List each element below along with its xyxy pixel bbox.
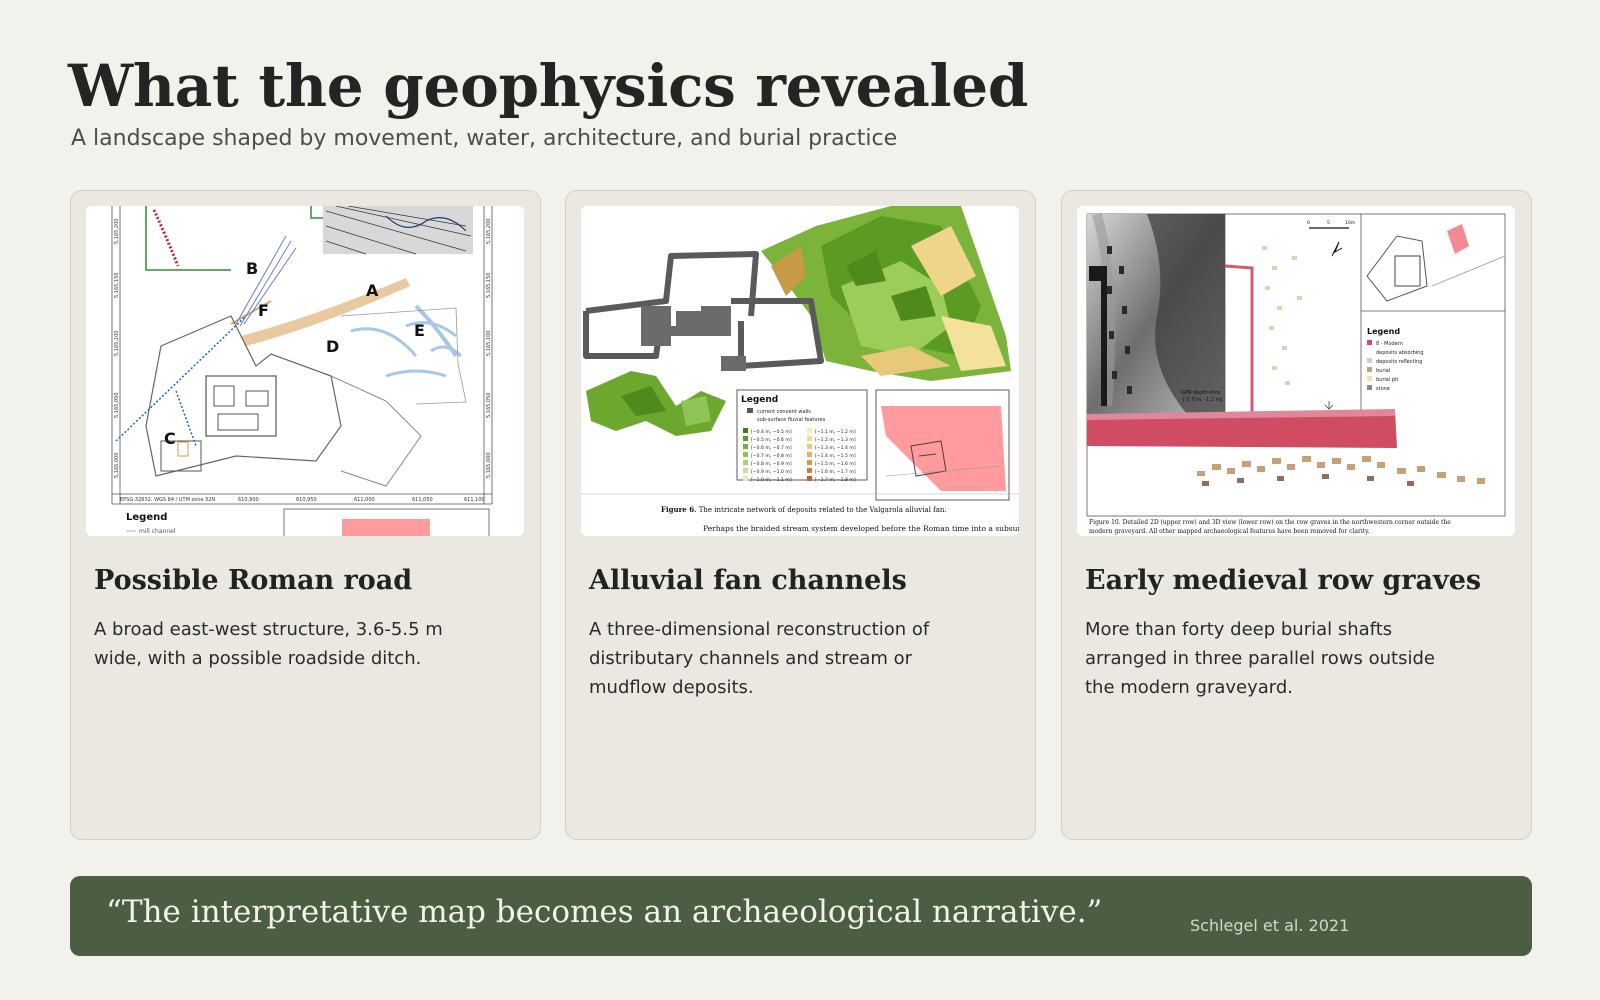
map-legend-title: Legend: [126, 512, 167, 523]
graves-legend-title: Legend: [1367, 327, 1400, 336]
legend-label: [−1.0 m, −1.1 m]: [751, 477, 792, 483]
scale-label: 10m: [1345, 220, 1355, 226]
y-tick-label: 5,165,200: [114, 219, 120, 244]
quote-band: “The interpretative map becomes an archa…: [70, 876, 1532, 956]
y-tick-label: 5,165,100: [114, 331, 120, 356]
legend-label: stone: [1376, 386, 1390, 392]
legend-swatch: [1367, 385, 1372, 390]
quote-text: “The interpretative map becomes an archa…: [106, 894, 1103, 930]
legend-label: [−1.6 m, −1.7 m]: [815, 469, 856, 475]
legend-swatch: [743, 428, 748, 433]
crs-label: EPSG:32632: WGS 84 / UTM zone 32N: [120, 497, 215, 503]
map-label-d: D: [326, 337, 339, 356]
x-tick-label: 610,900: [238, 497, 259, 503]
quote-citation: Schlegel et al. 2021: [1190, 916, 1350, 935]
legend-label: [−1.3 m, −1.4 m]: [815, 445, 856, 451]
slide-subtitle: A landscape shaped by movement, water, a…: [71, 126, 898, 151]
legend-label: deposits reflecting: [1376, 359, 1422, 365]
legend-swatch: [743, 468, 748, 473]
map-legend-item: mill channel: [139, 528, 176, 535]
graves-caption-2: modern graveyard. All other mapped archa…: [1089, 528, 1370, 535]
legend-label: [−0.7 m, −0.8 m]: [751, 453, 792, 459]
row-graves-gpr: GPR depth-slice [-1.0 m, -1.2 m] 0 5 10m: [1077, 206, 1515, 536]
legend-label: [−1.1 m, −1.2 m]: [815, 429, 856, 435]
legend-swatch: [1367, 340, 1372, 345]
row-graves-figure: GPR depth-slice [-1.0 m, -1.2 m] 0 5 10m: [1077, 206, 1515, 536]
map-label-b: B: [246, 259, 258, 278]
card-heading: Early medieval row graves: [1085, 565, 1482, 596]
scale-label: 0: [1307, 220, 1310, 226]
legend-label: [−0.4 m, −0.5 m]: [751, 429, 792, 435]
legend-swatch: [1367, 358, 1372, 363]
legend-label: 8 - Modern: [1376, 341, 1403, 347]
legend-swatch: [807, 476, 812, 481]
scale-label: 5: [1327, 220, 1330, 226]
roman-road-map-figure: A B C D E F 5,165,200 5,165,150 5,165,10…: [86, 206, 524, 536]
legend-swatch: [1367, 376, 1372, 381]
x-tick-label: 611,100: [464, 497, 485, 503]
legend-swatch: [743, 436, 748, 441]
legend-label: [−1.4 m, −1.5 m]: [815, 453, 856, 459]
gpr-label-2: [-1.0 m, -1.2 m]: [1183, 397, 1223, 403]
slide-title: What the geophysics revealed: [68, 52, 1029, 120]
y-tick-label-right: 5,165,100: [486, 331, 492, 356]
y-tick-label-right: 5,165,150: [486, 273, 492, 298]
map-label-e: E: [414, 321, 425, 340]
map-label-a: A: [366, 281, 379, 300]
legend-swatch: [743, 460, 748, 465]
card-body: A broad east-west structure, 3.6-5.5 m w…: [94, 619, 443, 669]
alluvial-fan-figure: Legend current convent walls sub-surface…: [581, 206, 1019, 536]
card-heading: Possible Roman road: [94, 565, 413, 596]
card-alluvial-fan: Legend current convent walls sub-surface…: [565, 190, 1036, 840]
y-tick-label: 5,165,150: [114, 273, 120, 298]
legend-swatch: [743, 452, 748, 457]
x-tick-label: 610,950: [296, 497, 317, 503]
legend-swatch: [807, 452, 812, 457]
alluvial-fan-3d-model: Legend current convent walls sub-surface…: [581, 206, 1019, 536]
legend-label: burial pit: [1376, 377, 1398, 383]
gpr-label-1: GPR depth-slice: [1181, 390, 1221, 396]
fan-legend-title: Legend: [741, 395, 778, 405]
legend-label: [−0.6 m, −0.7 m]: [751, 445, 792, 451]
legend-label: [−0.8 m, −0.9 m]: [751, 461, 792, 467]
card-body: A three-dimensional reconstruction of di…: [589, 619, 930, 698]
legend-swatch: [743, 476, 748, 481]
map-label-f: F: [258, 301, 269, 320]
legend-swatch: [807, 436, 812, 441]
legend-label: burial: [1376, 368, 1390, 374]
map-label-c: C: [164, 429, 176, 448]
fan-legend-subsurface: sub-surface fluvial features: [757, 417, 826, 423]
fan-caption-label: Figure 6.: [661, 505, 697, 514]
legend-swatch: [1367, 367, 1372, 372]
svg-text:Figure 6. The intricate networ: Figure 6. The intricate network of depos…: [661, 505, 947, 514]
x-tick-label: 611,050: [412, 497, 433, 503]
legend-swatch: [743, 444, 748, 449]
legend-label: [−1.5 m, −1.6 m]: [815, 461, 856, 467]
y-tick-label: 5,165,050: [114, 393, 120, 418]
card-row-graves: GPR depth-slice [-1.0 m, -1.2 m] 0 5 10m: [1061, 190, 1532, 840]
roman-road-map: A B C D E F 5,165,200 5,165,150 5,165,10…: [86, 206, 524, 536]
legend-swatch: [807, 428, 812, 433]
legend-label: [−1.2 m, −1.3 m]: [815, 437, 856, 443]
card-body: More than forty deep burial shafts arran…: [1085, 619, 1435, 698]
legend-label: [−1.7 m, −1.8 m]: [815, 477, 856, 483]
legend-label: deposits absorbing: [1376, 350, 1424, 356]
card-roman-road: A B C D E F 5,165,200 5,165,150 5,165,10…: [70, 190, 541, 840]
y-tick-label-right: 5,165,200: [486, 219, 492, 244]
legend-swatch: [807, 460, 812, 465]
fan-body-line: Perhaps the braided stream system develo…: [703, 524, 1019, 533]
fan-legend-walls: current convent walls: [757, 409, 811, 415]
y-tick-label: 5,165,000: [114, 453, 120, 478]
graves-caption-1: Figure 10. Detailed 2D (upper row) and 3…: [1089, 519, 1451, 526]
fan-caption-text: The intricate network of deposits relate…: [697, 506, 947, 514]
legend-swatch: [807, 444, 812, 449]
legend-swatch: [807, 468, 812, 473]
y-tick-label-right: 5,165,050: [486, 393, 492, 418]
legend-label: [−0.5 m, −0.6 m]: [751, 437, 792, 443]
x-tick-label: 611,000: [354, 497, 375, 503]
y-tick-label-right: 5,165,000: [486, 453, 492, 478]
card-heading: Alluvial fan channels: [589, 565, 907, 596]
legend-label: [−0.9 m, −1.0 m]: [751, 469, 792, 475]
